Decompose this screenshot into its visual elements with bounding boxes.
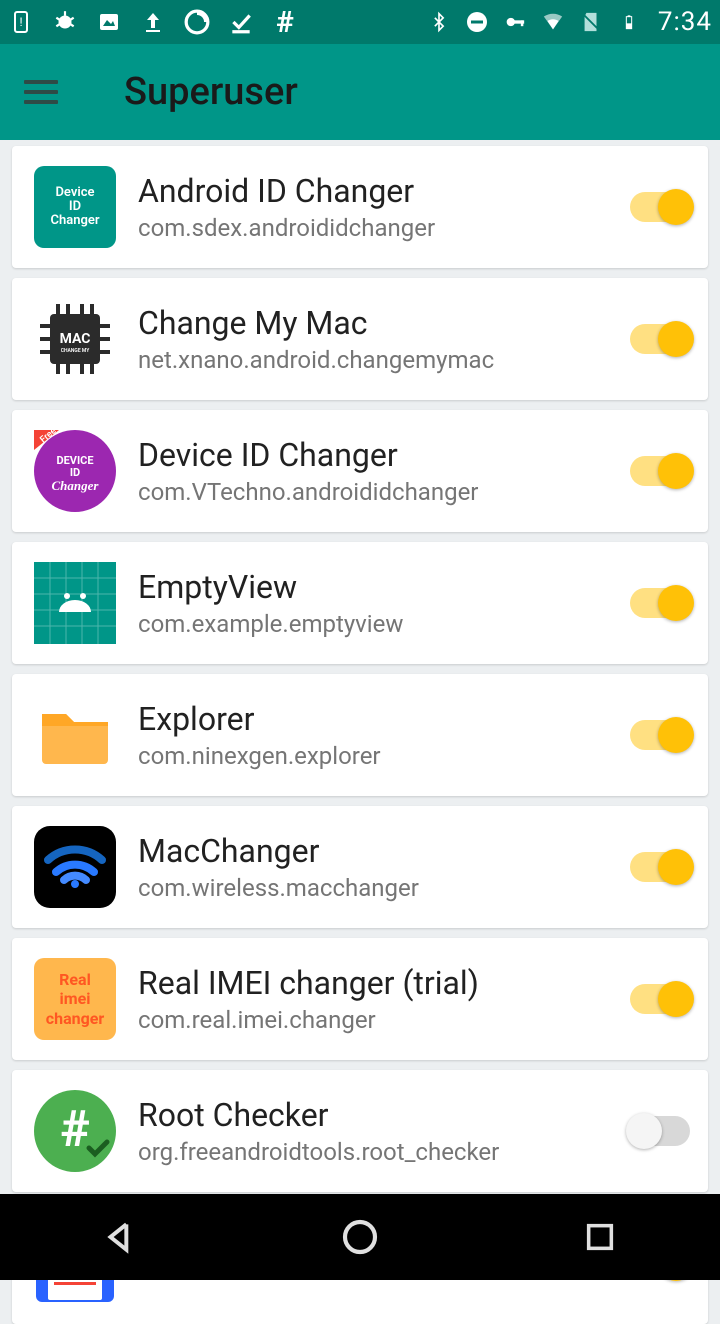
- upload-icon: [140, 9, 166, 35]
- app-package-label: org.freeandroidtools.root_checker: [138, 1138, 630, 1166]
- svg-text:MAC: MAC: [60, 331, 91, 347]
- app-row[interactable]: Realimeichanger Real IMEI changer (trial)…: [12, 938, 708, 1060]
- app-name-label: Root Checker: [138, 1096, 630, 1134]
- app-bar: Superuser: [0, 44, 720, 140]
- permission-toggle[interactable]: [630, 984, 690, 1014]
- app-icon: MACCHANGE MY: [34, 298, 116, 380]
- permission-toggle[interactable]: [630, 324, 690, 354]
- app-row[interactable]: DeviceIDChanger Android ID Changer com.sde…: [12, 146, 708, 268]
- app-row[interactable]: FreeDEVICEIDChanger Device ID Changer com.…: [12, 410, 708, 532]
- svg-text:#: #: [60, 1101, 90, 1159]
- debug-icon: [52, 9, 78, 35]
- app-icon: FreeDEVICEIDChanger: [34, 430, 116, 512]
- phone-alert-icon: !: [8, 9, 34, 35]
- back-button[interactable]: [97, 1214, 143, 1260]
- permission-toggle[interactable]: [630, 720, 690, 750]
- permission-toggle[interactable]: [630, 192, 690, 222]
- app-name-label: Real IMEI changer (trial): [138, 964, 630, 1002]
- app-package-label: com.ninexgen.explorer: [138, 742, 630, 770]
- permission-toggle[interactable]: [630, 1116, 690, 1146]
- app-icon: DeviceIDChanger: [34, 166, 116, 248]
- no-sim-icon: [578, 9, 604, 35]
- hash-icon: #: [272, 9, 298, 35]
- bluetooth-icon: [426, 9, 452, 35]
- menu-button[interactable]: [24, 70, 68, 114]
- app-package-label: com.VTechno.androididchanger: [138, 478, 630, 506]
- app-list[interactable]: DeviceIDChanger Android ID Changer com.sde…: [0, 140, 720, 1324]
- battery-icon: [616, 9, 642, 35]
- app-package-label: com.example.emptyview: [138, 610, 630, 638]
- app-name-label: MacChanger: [138, 832, 630, 870]
- app-row[interactable]: EmptyView com.example.emptyview: [12, 542, 708, 664]
- app-row[interactable]: MacChanger com.wireless.macchanger: [12, 806, 708, 928]
- app-icon: [34, 562, 116, 644]
- image-icon: [96, 9, 122, 35]
- app-icon: [34, 826, 116, 908]
- svg-text:!: !: [19, 15, 22, 29]
- svg-text:CHANGE MY: CHANGE MY: [61, 348, 91, 354]
- app-icon: [34, 694, 116, 776]
- check-icon: [228, 9, 254, 35]
- app-package-label: com.wireless.macchanger: [138, 874, 630, 902]
- app-package-label: com.sdex.androididchanger: [138, 214, 630, 242]
- app-row[interactable]: Explorer com.ninexgen.explorer: [12, 674, 708, 796]
- app-name-label: Change My Mac: [138, 304, 630, 342]
- vpn-key-icon: [502, 9, 528, 35]
- permission-toggle[interactable]: [630, 588, 690, 618]
- home-button[interactable]: [337, 1214, 383, 1260]
- permission-toggle[interactable]: [630, 852, 690, 882]
- recent-button[interactable]: [577, 1214, 623, 1260]
- app-name-label: EmptyView: [138, 568, 630, 606]
- svg-text:Changer: Changer: [52, 478, 100, 493]
- app-icon: #: [34, 1090, 116, 1172]
- app-name-label: Device ID Changer: [138, 436, 630, 474]
- app-name-label: Android ID Changer: [138, 172, 630, 210]
- app-name-label: Explorer: [138, 700, 630, 738]
- app-row[interactable]: MACCHANGE MY Change My Mac net.xnano.andro…: [12, 278, 708, 400]
- app-title: Superuser: [124, 70, 298, 114]
- permission-toggle[interactable]: [630, 456, 690, 486]
- app-icon: Realimeichanger: [34, 958, 116, 1040]
- dnd-icon: [464, 9, 490, 35]
- status-time: 7:34: [654, 7, 712, 37]
- app-package-label: com.real.imei.changer: [138, 1006, 630, 1034]
- navigation-bar: [0, 1194, 720, 1280]
- status-bar: ! #: [0, 0, 720, 44]
- app-row[interactable]: # Root Checker org.freeandroidtools.root_c…: [12, 1070, 708, 1192]
- app-package-label: net.xnano.android.changemymac: [138, 346, 630, 374]
- wifi-icon: [540, 9, 566, 35]
- firefox-icon: [184, 9, 210, 35]
